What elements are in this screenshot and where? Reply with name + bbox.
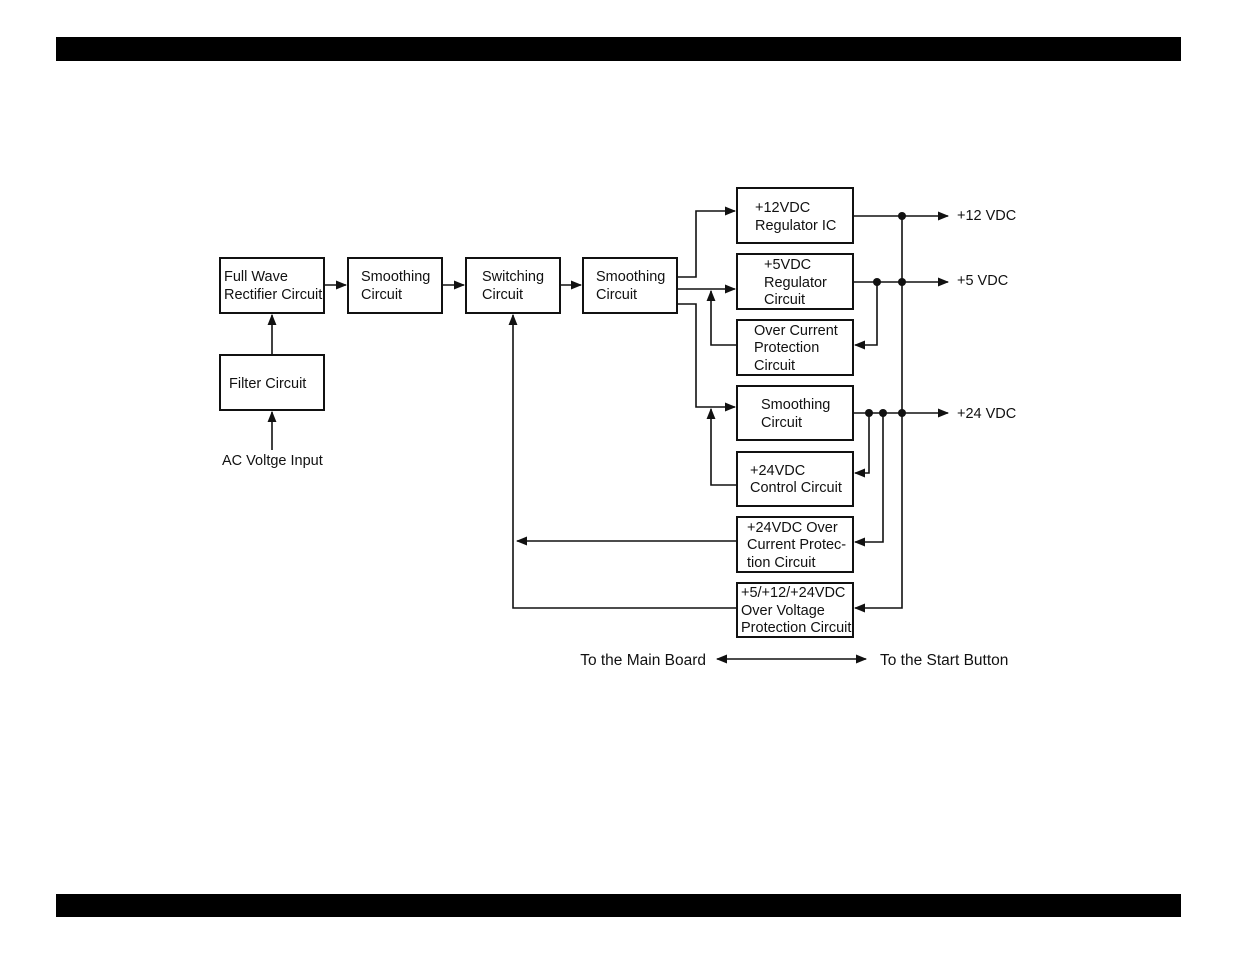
block-over-voltage-protection: +5/+12/+24VDC Over Voltage Protection Ci… [736,582,854,638]
block-label: Protection [754,340,819,356]
main-board-label: To the Main Board [580,652,706,669]
output-24v-label: +24 VDC [957,406,1016,422]
block-label: Circuit [761,415,802,431]
block-label: Full Wave [224,269,288,285]
block-label: Current Protec- [747,537,846,553]
block-smoothing-2: Smoothing Circuit [582,257,678,314]
arrow-to-ctrl24 [853,413,870,478]
block-label: Over Voltage [741,603,825,619]
block-label: Smoothing [761,397,830,413]
block-label: Protection Circuit [741,620,851,636]
arrow-to-ovp [853,216,903,613]
arrow-to-smoothing3 [677,303,737,412]
block-label: Switching [482,269,544,285]
junction-dot [898,278,906,286]
block-label: +24VDC [750,463,805,479]
output-12v-label: +12 VDC [957,208,1016,224]
block-label: Circuit [764,292,805,308]
block-label: Circuit [754,358,795,374]
arrow-ocp-feedback [706,289,737,346]
block-label: +12VDC [755,200,810,216]
block-label: Rectifier Circuit [224,287,322,303]
block-label: Circuit [596,287,637,303]
block-over-current-protection: Over Current Protection Circuit [736,319,854,376]
junction-dot [865,409,873,417]
arrow-to-ocp [853,282,878,350]
block-switching: Switching Circuit [465,257,561,314]
block-label: Regulator IC [755,218,836,234]
block-label: +24VDC Over [747,520,838,536]
block-label: Regulator [764,275,827,291]
block-label: Circuit [482,287,523,303]
block-filter: Filter Circuit [219,354,325,411]
block-label: tion Circuit [747,555,816,571]
start-button-label: To the Start Button [880,652,1008,669]
block-label: Circuit [361,287,402,303]
junction-dot [873,278,881,286]
block-reg12: +12VDC Regulator IC [736,187,854,244]
block-label: Filter Circuit [229,376,306,392]
ac-input-label: AC Voltge Input [222,453,323,469]
output-5v-label: +5 VDC [957,273,1008,289]
block-label: Over Current [754,323,838,339]
block-24v-over-current-protection: +24VDC Over Current Protec- tion Circuit [736,516,854,573]
arrow-ovp-to-switching [508,313,737,609]
junction-dot [898,409,906,417]
block-reg5: +5VDC Regulator Circuit [736,253,854,310]
block-full-wave-rectifier: Full Wave Rectifier Circuit [219,257,325,314]
arrow-to-reg12 [677,206,737,278]
block-label: Control Circuit [750,480,842,496]
junction-dot [898,212,906,220]
block-label: +5/+12/+24VDC [741,585,845,601]
arrow-ctrl24-feedback [706,407,737,486]
block-smoothing-1: Smoothing Circuit [347,257,443,314]
block-smoothing-3: Smoothing Circuit [736,385,854,441]
block-label: +5VDC [764,257,811,273]
power-supply-block-diagram: Full Wave Rectifier Circuit Filter Circu… [219,187,1016,669]
block-label: Smoothing [596,269,665,285]
block-24v-control: +24VDC Control Circuit [736,451,854,507]
block-label: Smoothing [361,269,430,285]
junction-dot [879,409,887,417]
